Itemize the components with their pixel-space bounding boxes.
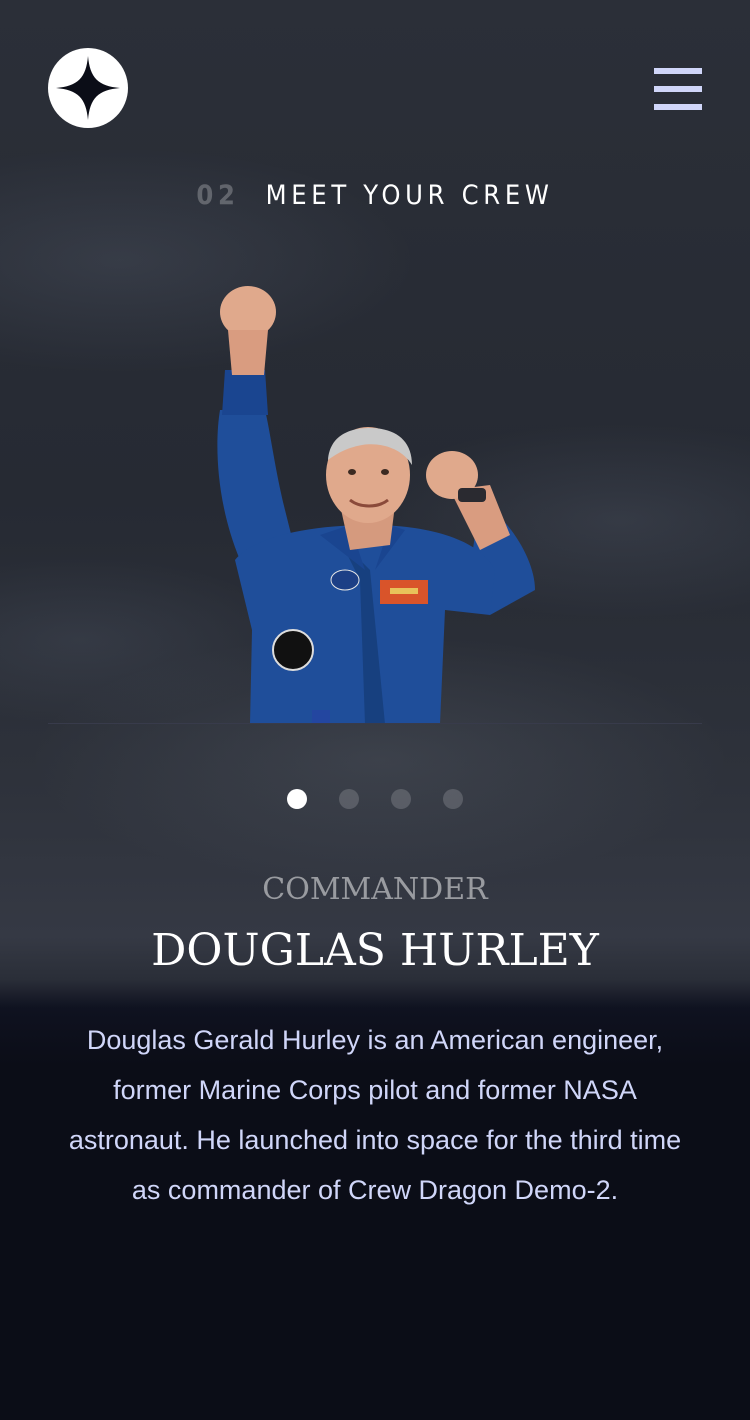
menu-bar <box>654 86 702 92</box>
carousel-dot-4[interactable] <box>443 789 463 809</box>
carousel-dot-2[interactable] <box>339 789 359 809</box>
crew-carousel-dots <box>287 789 463 809</box>
section-heading: 02 MEET YOUR CREW <box>0 178 750 214</box>
section-number: 02 <box>196 180 240 211</box>
image-divider <box>48 723 702 724</box>
section-title: MEET YOUR CREW <box>265 180 554 211</box>
logo[interactable] <box>48 48 128 128</box>
star-logo-icon <box>56 56 120 120</box>
carousel-dot-3[interactable] <box>391 789 411 809</box>
crew-name: DOUGLAS HURLEY <box>151 925 599 976</box>
carousel-dot-1[interactable] <box>287 789 307 809</box>
menu-bar <box>654 68 702 74</box>
hamburger-menu-icon[interactable] <box>654 68 702 110</box>
crew-bio: Douglas Gerald Hurley is an American eng… <box>68 1025 682 1205</box>
menu-bar <box>654 104 702 110</box>
crew-role: COMMANDER <box>262 872 488 907</box>
crew-member-image <box>217 286 535 724</box>
